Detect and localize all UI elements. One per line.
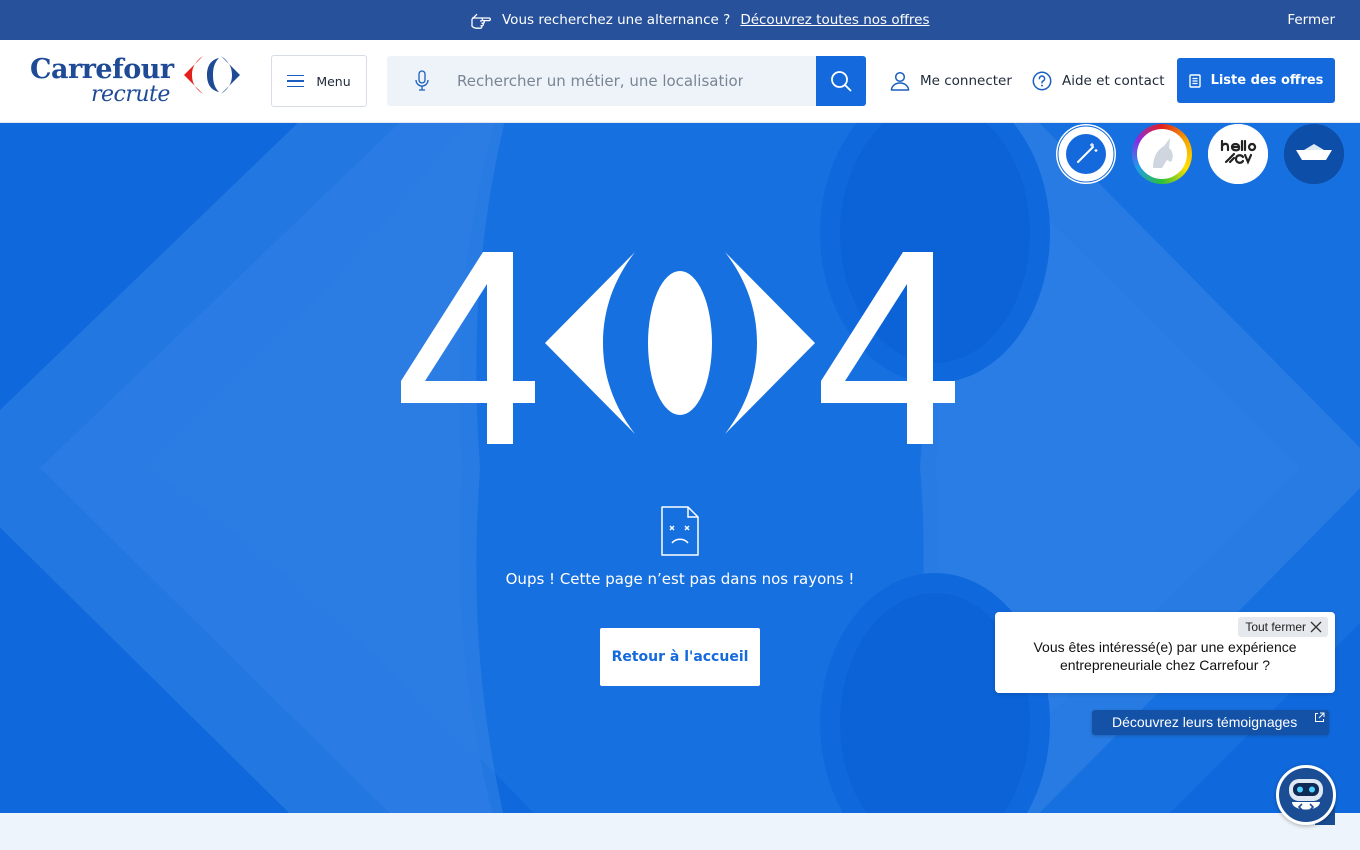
paper-boat-icon bbox=[1284, 124, 1344, 184]
external-link-icon bbox=[1315, 712, 1325, 722]
site-header: Carrefour recrute Menu M bbox=[0, 40, 1360, 123]
popup-message: Vous êtes intéressé(e) par une expérienc… bbox=[1033, 639, 1297, 673]
banner-close-button[interactable]: Fermer bbox=[1287, 12, 1335, 28]
partner-badges bbox=[1056, 124, 1344, 184]
banner-content: Vous recherchez une alternance ? Découvr… bbox=[470, 8, 930, 32]
carrefour-recrute-logo[interactable]: Carrefour recrute bbox=[30, 54, 245, 110]
chatbot-icon bbox=[1280, 769, 1332, 821]
logo-word-recrute: recrute bbox=[91, 82, 170, 107]
question-circle-icon bbox=[1032, 71, 1052, 91]
offers-list-button[interactable]: Liste des offres bbox=[1177, 58, 1335, 103]
hello-cv-badge[interactable] bbox=[1208, 124, 1268, 184]
close-icon bbox=[1310, 621, 1322, 633]
magic-wand-icon bbox=[1057, 125, 1115, 183]
top-banner: Vous recherchez une alternance ? Découvr… bbox=[0, 0, 1360, 40]
carrefour-logo-icon bbox=[184, 56, 240, 94]
search-icon bbox=[831, 71, 852, 92]
back-home-button[interactable]: Retour à l'accueil bbox=[600, 628, 760, 686]
search-button[interactable] bbox=[816, 56, 866, 106]
banner-offers-link[interactable]: Découvrez toutes nos offres bbox=[740, 12, 929, 28]
hello-cv-icon bbox=[1208, 124, 1268, 184]
logo-word-carrefour: Carrefour bbox=[30, 54, 174, 85]
menu-button[interactable]: Menu bbox=[271, 55, 367, 107]
error-hero: Oups ! Cette page n’est pas dans nos ray… bbox=[0, 123, 1360, 813]
unicorn-icon bbox=[1137, 129, 1187, 179]
chat-popup: Tout fermer Vous êtes intéressé(e) par u… bbox=[995, 612, 1335, 693]
close-all-button[interactable]: Tout fermer bbox=[1238, 617, 1328, 637]
document-list-icon bbox=[1188, 73, 1201, 88]
testimonials-label: Découvrez leurs témoignages bbox=[1112, 714, 1298, 730]
close-all-label: Tout fermer bbox=[1245, 620, 1306, 634]
offers-label: Liste des offres bbox=[1210, 73, 1324, 88]
banner-text: Vous recherchez une alternance ? bbox=[502, 12, 731, 28]
testimonials-button[interactable]: Découvrez leurs témoignages bbox=[1092, 710, 1329, 735]
user-icon bbox=[890, 71, 910, 91]
pointing-hand-icon bbox=[471, 13, 491, 29]
login-link[interactable]: Me connecter bbox=[890, 71, 1012, 91]
login-label: Me connecter bbox=[920, 73, 1012, 89]
chatbot-launcher[interactable] bbox=[1276, 765, 1336, 825]
menu-label: Menu bbox=[316, 73, 351, 89]
unicorn-badge[interactable] bbox=[1132, 124, 1192, 184]
help-link[interactable]: Aide et contact bbox=[1032, 71, 1165, 91]
search-input[interactable] bbox=[457, 68, 743, 94]
matching-cv-badge[interactable] bbox=[1056, 124, 1116, 184]
paper-boat-badge[interactable] bbox=[1284, 124, 1344, 184]
error-message: Oups ! Cette page n’est pas dans nos ray… bbox=[505, 570, 855, 588]
search-bar bbox=[387, 56, 866, 106]
help-label: Aide et contact bbox=[1062, 73, 1165, 89]
hamburger-icon bbox=[287, 74, 305, 88]
error-404-graphic bbox=[401, 252, 955, 444]
microphone-icon[interactable] bbox=[414, 70, 430, 92]
sad-file-icon bbox=[661, 506, 699, 556]
